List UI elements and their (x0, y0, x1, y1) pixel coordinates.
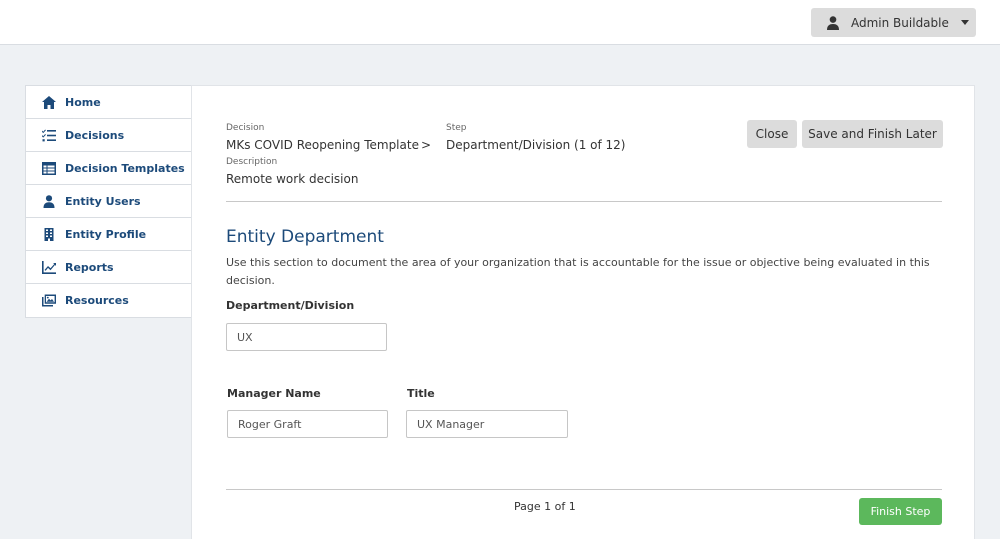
main-panel: Decision MKs COVID Reopening Template > … (191, 85, 975, 539)
manager-name-input[interactable] (227, 410, 388, 438)
sidebar-item-resources[interactable]: Resources (26, 284, 191, 317)
description-value: Remote work decision (226, 172, 359, 186)
table-icon (42, 161, 56, 175)
sidebar-item-label: Entity Profile (65, 227, 147, 241)
user-name: Admin Buildable (851, 15, 949, 30)
sidebar-item-reports[interactable]: Reports (26, 251, 191, 284)
list-check-icon (42, 129, 56, 141)
step-label: Step (446, 123, 467, 133)
sidebar-item-label: Entity Users (65, 194, 141, 208)
sidebar-item-decision-templates[interactable]: Decision Templates (26, 152, 191, 185)
finish-step-button[interactable]: Finish Step (859, 498, 942, 525)
top-bar: Admin Buildable (0, 0, 1000, 45)
decision-name: MKs COVID Reopening Template (226, 138, 419, 152)
manager-name-label: Manager Name (227, 387, 321, 400)
sidebar-item-entity-profile[interactable]: Entity Profile (26, 218, 191, 251)
chevron-down-icon (960, 20, 969, 25)
title-label: Title (407, 387, 435, 400)
building-icon (44, 227, 54, 241)
sidebar-item-entity-users[interactable]: Entity Users (26, 185, 191, 218)
user-menu-button[interactable]: Admin Buildable (811, 8, 976, 37)
chart-line-icon (42, 260, 56, 274)
breadcrumb-separator: > (421, 138, 432, 152)
description-label: Description (226, 157, 278, 167)
section-title: Entity Department (226, 227, 384, 247)
page-indicator: Page 1 of 1 (514, 500, 576, 513)
sidebar-item-label: Resources (65, 294, 129, 307)
home-icon (42, 95, 56, 109)
close-button[interactable]: Close (747, 120, 797, 148)
title-input[interactable] (406, 410, 568, 438)
department-input[interactable] (226, 323, 387, 351)
images-icon (42, 294, 56, 307)
step-value: Department/Division (1 of 12) (446, 138, 626, 152)
sidebar-item-label: Home (65, 95, 101, 109)
user-icon (827, 15, 839, 30)
sidebar: Home Decisions Decision Templates Entity… (25, 85, 192, 318)
sidebar-item-label: Decision Templates (65, 161, 185, 175)
sidebar-item-label: Decisions (65, 128, 125, 142)
sidebar-item-home[interactable]: Home (26, 86, 191, 119)
sidebar-item-label: Reports (65, 260, 114, 274)
user-icon (43, 194, 55, 208)
header-divider (226, 201, 942, 202)
decision-label: Decision (226, 123, 265, 133)
footer-divider (226, 489, 942, 490)
sidebar-item-decisions[interactable]: Decisions (26, 119, 191, 152)
section-description: Use this section to document the area of… (226, 256, 930, 287)
department-label: Department/Division (226, 299, 355, 312)
save-and-finish-later-button[interactable]: Save and Finish Later (802, 120, 943, 148)
